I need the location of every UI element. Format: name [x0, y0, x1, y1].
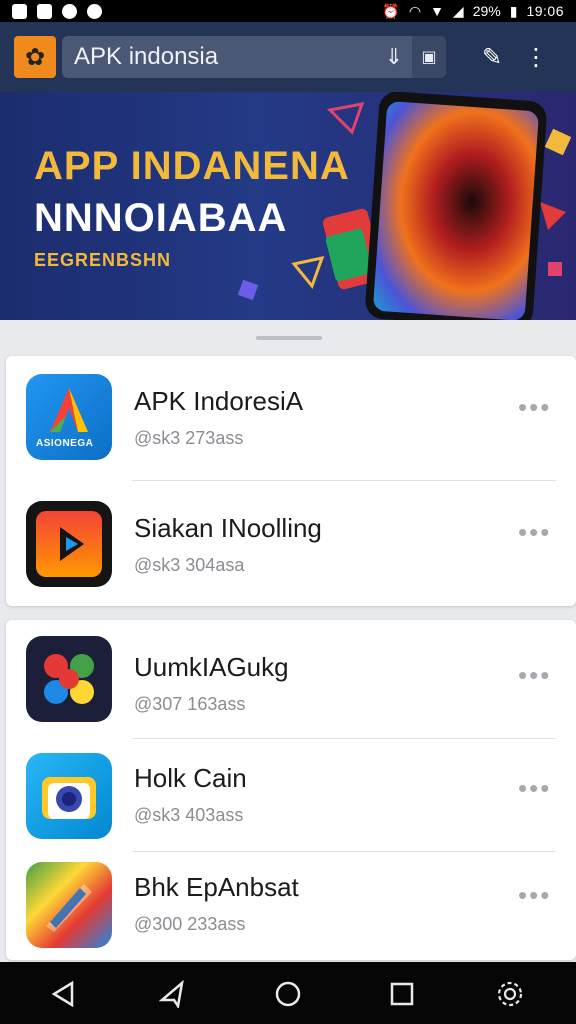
browser-toolbar: ✿ APK indonsia ⇓ ▣ ✎ ⋮ — [0, 22, 576, 92]
app-name: UumkIAGukg — [134, 652, 289, 682]
more-options-icon[interactable]: ••• — [518, 773, 551, 804]
drag-handle[interactable] — [256, 336, 322, 340]
app-logo-shape — [46, 884, 92, 932]
address-bar[interactable]: APK indonsia ⇓ ▣ — [62, 36, 446, 78]
list-item[interactable]: Holk Cain @sk3 403ass ••• — [6, 739, 576, 851]
recents-icon[interactable] — [382, 974, 422, 1014]
app-meta: @sk3 403ass — [134, 805, 244, 825]
banner-tagline: EEGRENBSHN — [34, 250, 172, 270]
app-logo-icon[interactable]: ✿ — [14, 36, 56, 78]
gradient-app-icon — [26, 862, 112, 948]
recents-shape — [390, 982, 414, 1006]
multicolor-app-icon — [26, 636, 112, 722]
back-icon[interactable] — [44, 974, 84, 1014]
list-item[interactable]: Bhk EpAnbsat @300 233ass ••• — [6, 852, 576, 960]
app-icon-text: ASIONEGA — [36, 438, 94, 449]
url-text[interactable]: APK indonsia — [62, 43, 376, 71]
list-item[interactable]: UumkIAGukg @307 163ass ••• — [6, 620, 576, 738]
status-bar: ⏰ ◠ ▼ ◢ 29% ▮ 19:06 — [0, 0, 576, 22]
wifi-icon: ◠ — [408, 2, 422, 19]
banner-subtitle: NNNOIABAA — [34, 196, 288, 240]
app-name: Holk Cain — [134, 763, 247, 793]
home-icon[interactable] — [268, 974, 308, 1014]
list-item[interactable]: Siakan INoolling @sk3 304asa ••• — [6, 481, 576, 605]
notification-icon — [37, 3, 52, 19]
promo-banner[interactable]: APP INDANENA NNNOIABAA EEGRENBSHN — [0, 92, 576, 320]
app-meta: @sk3 304asa — [134, 555, 245, 575]
app-meta: @300 233ass — [134, 914, 246, 934]
back-shape — [51, 980, 74, 1008]
app-logo-shape — [36, 511, 102, 577]
camera-app-icon — [26, 753, 112, 839]
battery-percent: 29% — [472, 3, 501, 19]
more-options-icon[interactable]: ••• — [518, 880, 551, 911]
arrow-shape — [158, 980, 184, 1008]
gear-shape — [497, 981, 523, 1007]
app-list-card-2: UumkIAGukg @307 163ass ••• Holk Cain @sk… — [6, 620, 576, 960]
alarm-icon: ⏰ — [382, 2, 400, 19]
gallery-icon — [12, 3, 27, 19]
cellular-icon: ◢ — [452, 2, 464, 19]
app-logo-shape — [42, 777, 96, 819]
app-name: APK IndoresiA — [134, 386, 304, 416]
app-name: Bhk EpAnbsat — [134, 872, 299, 902]
app-meta: @sk3 273ass — [134, 428, 244, 448]
app-notification-icon — [62, 3, 77, 19]
more-options-icon[interactable]: ••• — [518, 517, 551, 548]
signal-icon: ▼ — [430, 3, 444, 19]
settings-gear-icon[interactable] — [490, 974, 530, 1014]
more-menu-icon[interactable]: ⋮ — [514, 43, 558, 72]
tabs-icon[interactable]: ▣ — [412, 36, 446, 78]
download-icon[interactable]: ⇓ — [376, 44, 412, 70]
phone-screen — [372, 100, 540, 320]
app-list-card-1: ASIONEGA APK IndoresiA @sk3 273ass ••• S… — [6, 356, 576, 606]
more-options-icon[interactable]: ••• — [518, 660, 551, 691]
edit-icon[interactable]: ✎ — [470, 43, 514, 72]
list-item[interactable]: ASIONEGA APK IndoresiA @sk3 273ass ••• — [6, 356, 576, 480]
play-app-icon — [26, 501, 112, 587]
game-notification-icon — [87, 3, 102, 19]
clock: 19:06 — [526, 3, 564, 19]
app-meta: @307 163ass — [134, 694, 246, 714]
banner-title: APP INDANENA — [34, 144, 350, 188]
more-options-icon[interactable]: ••• — [518, 392, 551, 423]
phone-illustration — [364, 92, 548, 320]
home-shape — [275, 981, 301, 1007]
navigation-bar — [0, 962, 576, 1024]
navigation-arrow-icon[interactable] — [152, 974, 192, 1014]
battery-icon: ▮ — [509, 2, 518, 19]
app-name: Siakan INoolling — [134, 513, 322, 543]
app-logo-shape — [44, 654, 94, 704]
